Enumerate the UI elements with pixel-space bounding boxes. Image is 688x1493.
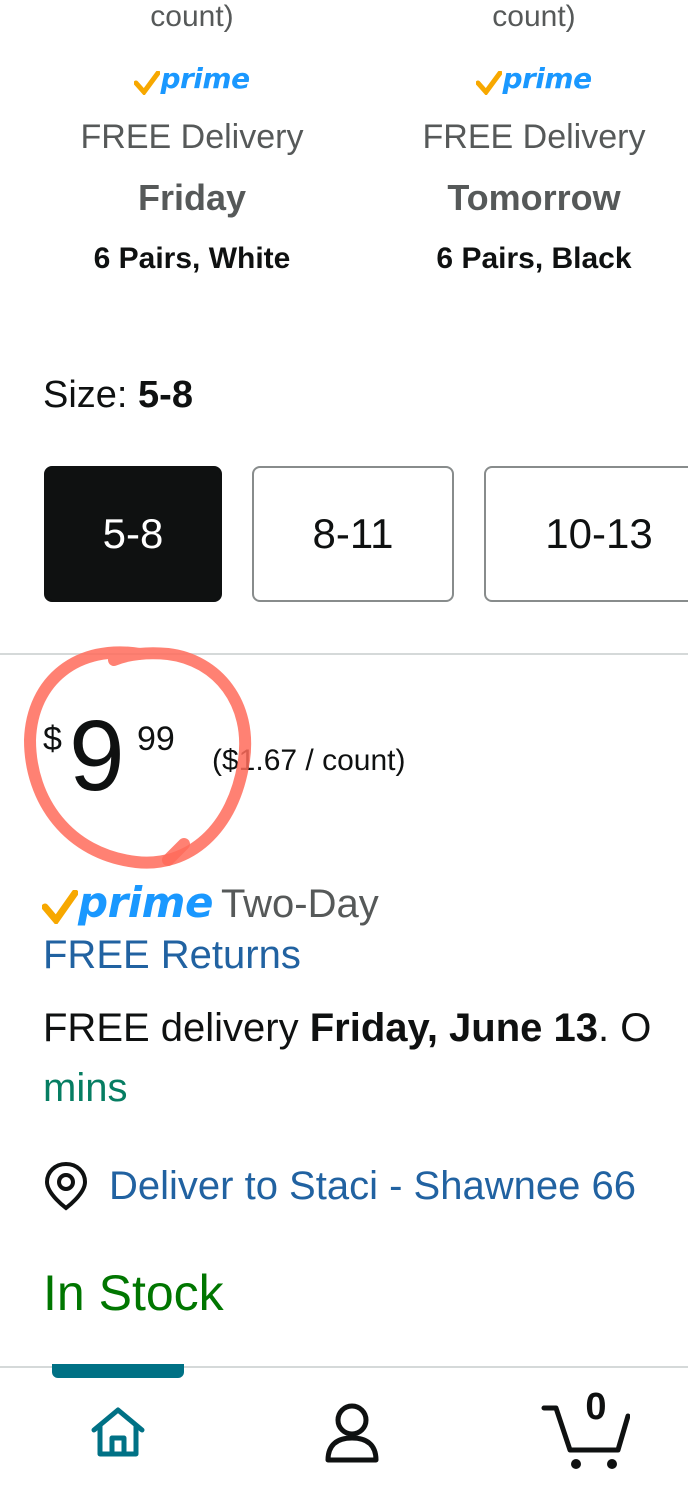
size-option-5-8[interactable]: 5-8	[44, 466, 222, 602]
variant-card-black[interactable]: count) prime FREE Delivery Tomorrow 6 Pa…	[384, 0, 684, 290]
size-selected-value: 5-8	[138, 374, 193, 416]
tab-account[interactable]	[292, 1382, 412, 1482]
deliver-to-text: Deliver to Staci - Shawnee 66	[109, 1163, 636, 1208]
tab-cart[interactable]: 0	[532, 1378, 642, 1482]
variant-delivery: FREE Delivery	[80, 118, 304, 156]
size-option-8-11[interactable]: 8-11	[252, 466, 454, 602]
home-icon	[91, 1407, 145, 1457]
variant-delivery-day: Tomorrow	[447, 177, 621, 218]
prime-logo: prime	[42, 62, 342, 96]
variant-delivery: FREE Delivery	[422, 118, 646, 156]
two-day-label: Two-Day	[220, 882, 379, 926]
variant-card-white[interactable]: count) prime FREE Delivery Friday 6 Pair…	[42, 0, 342, 290]
variant-name: 6 Pairs, White	[93, 242, 291, 275]
size-option-10-13[interactable]: 10-13	[484, 466, 688, 602]
annotation-circle-icon	[23, 646, 252, 869]
prime-check-icon	[134, 71, 161, 95]
stock-status: In Stock	[43, 1265, 224, 1321]
prime-logo: prime	[384, 62, 684, 96]
delivery-date: Friday, June 13	[309, 1006, 599, 1050]
prime-check-icon	[476, 71, 503, 95]
active-tab-indicator	[52, 1364, 184, 1378]
cart-count-badge: 0	[585, 1386, 607, 1428]
deliver-to-link[interactable]: Deliver to Staci - Shawnee 66	[43, 1160, 688, 1212]
tab-home[interactable]	[58, 1382, 178, 1482]
free-returns-link[interactable]: FREE Returns	[43, 933, 301, 978]
bottom-tab-bar: 0	[0, 1366, 688, 1493]
prime-two-day-badge: prime Two-Day	[42, 872, 379, 924]
account-icon	[325, 1403, 379, 1463]
prime-word: prime	[78, 878, 213, 927]
variant-delivery-day: Friday	[137, 177, 247, 218]
size-label: Size: 5-8	[43, 374, 193, 416]
delivery-info: FREE delivery Friday, June 13. O	[43, 1006, 652, 1050]
delivery-countdown: mins	[43, 1066, 128, 1110]
prime-check-icon	[42, 890, 78, 924]
location-pin-icon	[44, 1161, 88, 1211]
variant-count: count)	[150, 0, 234, 33]
variant-count: count)	[492, 0, 576, 33]
variant-name: 6 Pairs, Black	[436, 242, 632, 275]
